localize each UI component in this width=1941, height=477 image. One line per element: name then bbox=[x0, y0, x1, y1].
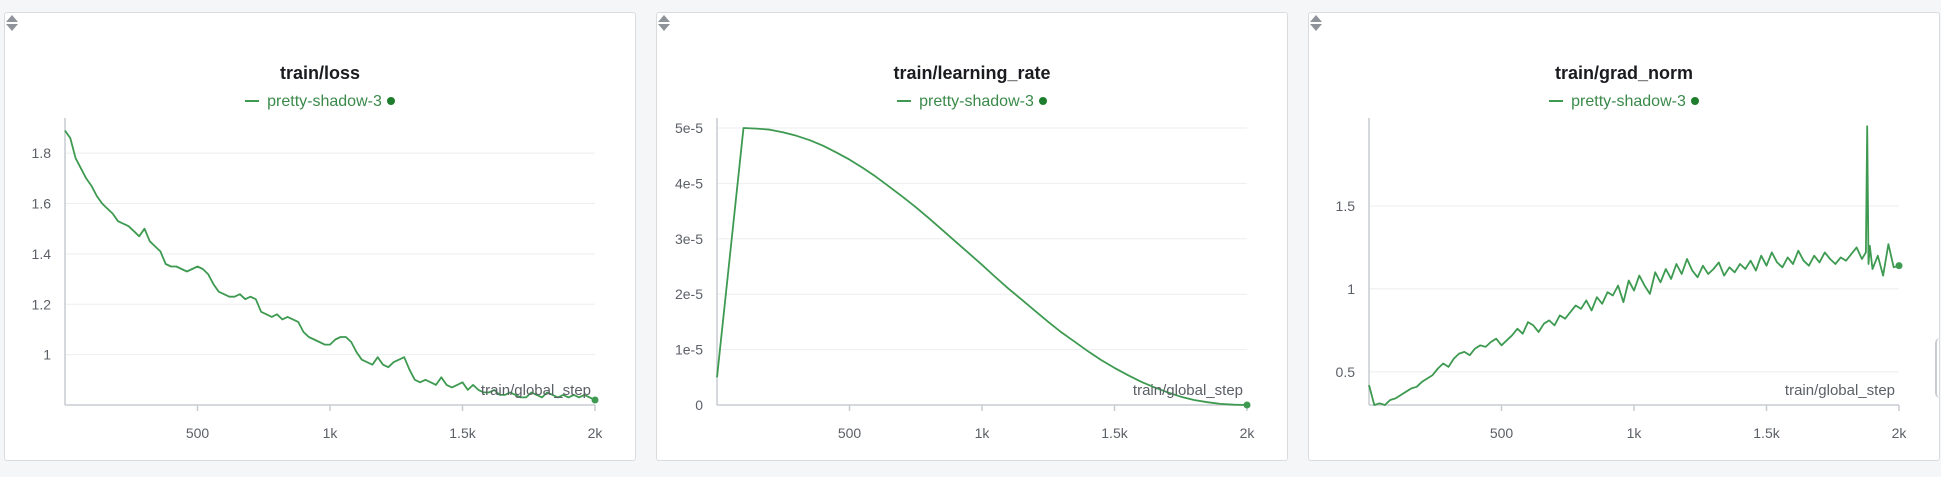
series-line[interactable] bbox=[64, 129, 596, 401]
y-tick-label: 0.5 bbox=[1336, 364, 1356, 380]
x-tick-label: 500 bbox=[838, 425, 862, 441]
legend-series-name: pretty-shadow-3 bbox=[1571, 93, 1686, 110]
scrollbar-edge[interactable] bbox=[1935, 338, 1941, 398]
x-axis-label: train/global_step bbox=[1785, 382, 1895, 399]
chart-panel-train-learning-rate: 0 1e-5 2e-5 3e-5 4e-5 5e-5 500 1k 1.5k 2k train/gl… bbox=[656, 12, 1288, 461]
chart-legend[interactable]: pretty-shadow-3 bbox=[657, 93, 1287, 111]
legend-line-swatch bbox=[1549, 99, 1564, 102]
y-tick-label: 1.6 bbox=[32, 196, 52, 212]
x-tick-label: 2k bbox=[1240, 425, 1256, 441]
sort-icon[interactable] bbox=[5, 13, 19, 33]
legend-series-name: pretty-shadow-3 bbox=[919, 93, 1034, 110]
chart-legend[interactable]: pretty-shadow-3 bbox=[5, 93, 635, 111]
chart-title: train/grad_norm bbox=[1554, 63, 1694, 83]
chart-panel-train-loss: 1 1.2 1.4 1.6 1.8 500 1k 1.5k 2k train/global_ste… bbox=[4, 12, 636, 461]
series-endpoint bbox=[1243, 401, 1251, 409]
x-tick-label: 1k bbox=[1627, 425, 1643, 441]
chart-title: train/learning_rate bbox=[893, 63, 1051, 83]
chart-legend[interactable]: pretty-shadow-3 bbox=[1309, 93, 1939, 111]
x-tick-label: 2k bbox=[1892, 425, 1908, 441]
x-tick-label: 1.5k bbox=[1753, 425, 1780, 441]
y-tick-label: 3e-5 bbox=[675, 231, 703, 247]
sort-icon[interactable] bbox=[657, 13, 671, 33]
y-tick-label: 1 bbox=[43, 347, 51, 363]
legend-line-swatch bbox=[897, 99, 912, 102]
x-tick-label: 1k bbox=[323, 425, 339, 441]
y-tick-label: 1 bbox=[1347, 281, 1355, 297]
y-tick-label: 4e-5 bbox=[675, 175, 703, 191]
series-endpoint bbox=[591, 396, 599, 404]
x-tick-label: 1.5k bbox=[1101, 425, 1128, 441]
y-tick-label: 2e-5 bbox=[675, 286, 703, 302]
x-axis-label: train/global_step bbox=[481, 382, 591, 399]
y-tick-label: 1.2 bbox=[32, 296, 52, 312]
chart-panel-train-grad-norm: 0.5 1 1.5 500 1k 1.5k 2k train/global_step trai… bbox=[1308, 12, 1940, 461]
x-tick-label: 1k bbox=[975, 425, 991, 441]
x-tick-label: 2k bbox=[588, 425, 604, 441]
legend-dot-icon bbox=[1038, 96, 1047, 105]
series-line[interactable] bbox=[1368, 125, 1900, 406]
x-tick-label: 1.5k bbox=[449, 425, 476, 441]
legend-series-name: pretty-shadow-3 bbox=[267, 93, 382, 110]
chart-title: train/loss bbox=[279, 63, 361, 83]
x-tick-label: 500 bbox=[1490, 425, 1514, 441]
y-tick-label: 1.4 bbox=[32, 246, 52, 262]
series-endpoint bbox=[1895, 262, 1903, 270]
x-axis-label: train/global_step bbox=[1133, 382, 1243, 399]
sort-icon[interactable] bbox=[1309, 13, 1323, 33]
y-tick-label: 0 bbox=[695, 397, 703, 413]
y-tick-label: 5e-5 bbox=[675, 120, 703, 136]
y-tick-label: 1.8 bbox=[32, 145, 52, 161]
series-line[interactable] bbox=[716, 127, 1248, 406]
x-tick-label: 500 bbox=[186, 425, 210, 441]
legend-dot-icon bbox=[1690, 96, 1699, 105]
legend-dot-icon bbox=[386, 96, 395, 105]
legend-line-swatch bbox=[245, 99, 260, 102]
y-tick-label: 1.5 bbox=[1336, 198, 1356, 214]
y-tick-label: 1e-5 bbox=[675, 342, 703, 358]
